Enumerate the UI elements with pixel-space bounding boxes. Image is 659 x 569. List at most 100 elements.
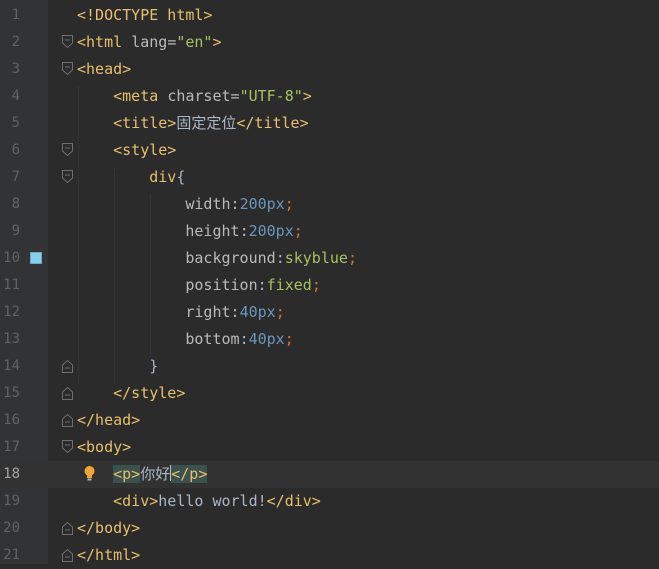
code-token: position xyxy=(77,276,258,294)
fold-marker-icon[interactable] xyxy=(61,359,74,373)
code-token: ; xyxy=(311,276,321,294)
code-token: </title> xyxy=(236,114,309,132)
code-line[interactable]: 16 </head> xyxy=(0,407,659,434)
code-line[interactable]: 11 position:fixed; xyxy=(0,272,659,299)
code-token: <head> xyxy=(77,60,132,78)
code-line[interactable]: 8 width:200px; xyxy=(0,191,659,218)
code-line[interactable]: 15 </style> xyxy=(0,380,659,407)
code-line[interactable]: 19 <div>hello world!</div> xyxy=(0,488,659,515)
code-token: 40px xyxy=(248,330,285,348)
code-text[interactable]: background:skyblue; xyxy=(77,248,357,268)
code-token: </div> xyxy=(266,492,321,510)
code-text[interactable]: bottom:40px; xyxy=(77,329,294,349)
line-number: 2 xyxy=(11,34,20,50)
code-text[interactable]: <style> xyxy=(77,140,176,160)
code-line[interactable]: 5 <title>固定定位</title> xyxy=(0,110,659,137)
code-text[interactable]: </body> xyxy=(77,518,140,538)
code-editor[interactable]: 1 <!DOCTYPE html> 2 <html lang="en"> 3 <head>… xyxy=(0,0,659,564)
code-token: right xyxy=(77,303,231,321)
code-line[interactable]: 21 </html> xyxy=(0,542,659,569)
code-text[interactable]: width:200px; xyxy=(77,194,293,214)
indent-guide xyxy=(78,87,79,384)
code-line[interactable]: 4 <meta charset="UTF-8"> xyxy=(0,83,659,110)
line-number: 11 xyxy=(3,277,20,293)
code-token: width xyxy=(77,195,231,213)
line-number: 21 xyxy=(3,547,20,563)
code-token: bottom xyxy=(77,330,240,348)
code-line[interactable]: 2 <html lang="en"> xyxy=(0,29,659,56)
code-token: ; xyxy=(275,303,285,321)
code-text[interactable]: <body> xyxy=(77,437,131,457)
line-number: 14 xyxy=(3,358,20,374)
code-token: charset xyxy=(167,87,231,105)
code-text[interactable]: <div>hello world!</div> xyxy=(77,491,321,511)
code-token: </html> xyxy=(77,546,141,564)
code-token: : xyxy=(230,195,240,213)
code-line[interactable]: 3 <head> xyxy=(0,56,659,83)
line-number: 18 xyxy=(3,466,20,482)
fold-marker-icon[interactable] xyxy=(61,440,74,454)
code-line[interactable]: 12 right:40px; xyxy=(0,299,659,326)
code-text[interactable]: <title>固定定位</title> xyxy=(77,113,309,133)
code-text[interactable]: <!DOCTYPE html> xyxy=(77,5,212,25)
code-text[interactable]: <meta charset="UTF-8"> xyxy=(77,86,312,106)
code-text[interactable]: } xyxy=(77,356,158,376)
fold-marker-icon[interactable] xyxy=(61,386,74,400)
bookmark-icon[interactable] xyxy=(30,252,42,264)
fold-marker-icon[interactable] xyxy=(61,413,74,427)
code-line[interactable]: 10 background:skyblue; xyxy=(0,245,659,272)
code-token: 固定定位 xyxy=(176,114,237,132)
line-number: 10 xyxy=(3,250,20,266)
code-token: <!DOCTYPE html> xyxy=(77,6,213,24)
code-text[interactable]: </style> xyxy=(77,383,185,403)
code-line[interactable]: 18 <p>你好</p> xyxy=(0,461,659,488)
code-token: : xyxy=(239,330,249,348)
code-token: <style> xyxy=(77,141,177,159)
code-line[interactable]: 6 <style> xyxy=(0,137,659,164)
code-token: ; xyxy=(284,330,294,348)
code-line[interactable]: 17 <body> xyxy=(0,434,659,461)
code-line[interactable]: 20 </body> xyxy=(0,515,659,542)
code-text[interactable]: <head> xyxy=(77,59,131,79)
code-token: </p> xyxy=(171,465,208,483)
code-token: <div> xyxy=(77,492,159,510)
line-number: 4 xyxy=(11,88,20,104)
line-number: 19 xyxy=(3,493,20,509)
code-line[interactable]: 7 div{ xyxy=(0,164,659,191)
code-token: height xyxy=(77,222,240,240)
code-text[interactable]: <p>你好</p> xyxy=(77,464,208,484)
line-number: 16 xyxy=(3,412,20,428)
code-line[interactable]: 1 <!DOCTYPE html> xyxy=(0,2,659,29)
line-number: 15 xyxy=(3,385,20,401)
fold-marker-icon[interactable] xyxy=(61,143,74,157)
code-text[interactable]: </head> xyxy=(77,410,140,430)
fold-marker-icon[interactable] xyxy=(61,521,74,535)
code-token: <meta xyxy=(77,87,168,105)
line-number: 20 xyxy=(3,520,20,536)
code-token: <p> xyxy=(113,465,141,483)
code-text[interactable]: height:200px; xyxy=(77,221,303,241)
code-token: 40px xyxy=(239,303,276,321)
code-text[interactable]: right:40px; xyxy=(77,302,285,322)
code-line[interactable]: 14 } xyxy=(0,353,659,380)
code-token: ; xyxy=(293,222,303,240)
indent-guide xyxy=(114,168,115,384)
code-token: 200px xyxy=(248,222,294,240)
code-text[interactable]: </html> xyxy=(77,545,140,565)
code-token: = xyxy=(230,87,240,105)
code-line[interactable]: 13 bottom:40px; xyxy=(0,326,659,353)
code-text[interactable]: div{ xyxy=(77,167,185,187)
code-token: : xyxy=(239,222,249,240)
code-token: "UTF-8" xyxy=(239,87,303,105)
code-text[interactable]: <html lang="en"> xyxy=(77,32,222,52)
fold-marker-icon[interactable] xyxy=(61,548,74,562)
code-token: : xyxy=(230,303,240,321)
fold-marker-icon[interactable] xyxy=(61,170,74,184)
code-line[interactable]: 9 height:200px; xyxy=(0,218,659,245)
code-token: </head> xyxy=(77,411,141,429)
line-number: 12 xyxy=(3,304,20,320)
fold-marker-icon[interactable] xyxy=(61,62,74,76)
code-token: skyblue xyxy=(284,249,348,267)
fold-marker-icon[interactable] xyxy=(61,35,74,49)
